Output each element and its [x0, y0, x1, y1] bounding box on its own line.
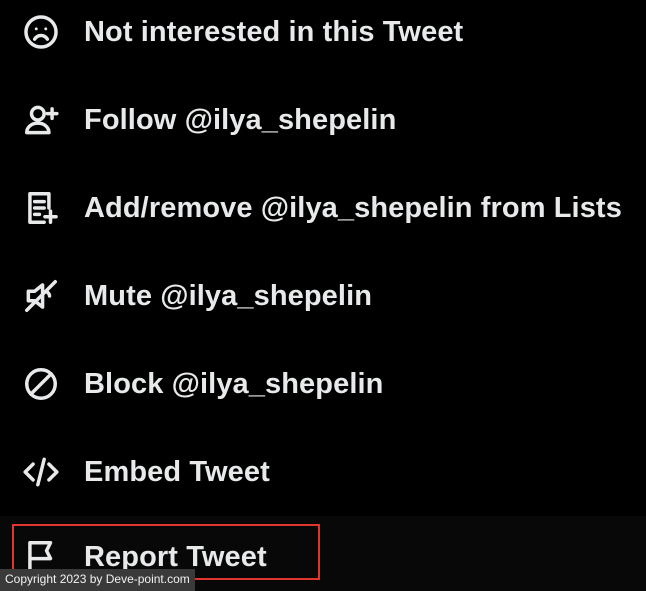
list-add-icon: [22, 189, 60, 227]
menu-item-embed[interactable]: Embed Tweet: [0, 428, 646, 516]
speaker-mute-icon: [22, 277, 60, 315]
menu-item-block[interactable]: Block @ilya_shepelin: [0, 340, 646, 428]
menu-item-label: Mute @ilya_shepelin: [84, 279, 373, 312]
menu-item-label: Not interested in this Tweet: [84, 15, 464, 48]
menu-item-label: Block @ilya_shepelin: [84, 367, 384, 400]
block-icon: [22, 365, 60, 403]
menu-item-follow[interactable]: Follow @ilya_shepelin: [0, 76, 646, 164]
menu-item-label: Add/remove @ilya_shepelin from Lists: [84, 191, 622, 224]
menu-item-mute[interactable]: Mute @ilya_shepelin: [0, 252, 646, 340]
copyright-watermark: Copyright 2023 by Deve-point.com: [0, 569, 195, 591]
menu-item-lists[interactable]: Add/remove @ilya_shepelin from Lists: [0, 164, 646, 252]
tweet-options-menu: Not interested in this Tweet Follow @ily…: [0, 0, 646, 591]
code-icon: [22, 453, 60, 491]
menu-item-not-interested[interactable]: Not interested in this Tweet: [0, 0, 646, 76]
frown-face-icon: [22, 13, 60, 51]
menu-item-label: Follow @ilya_shepelin: [84, 103, 397, 136]
menu-item-label: Embed Tweet: [84, 455, 270, 488]
user-plus-icon: [22, 101, 60, 139]
